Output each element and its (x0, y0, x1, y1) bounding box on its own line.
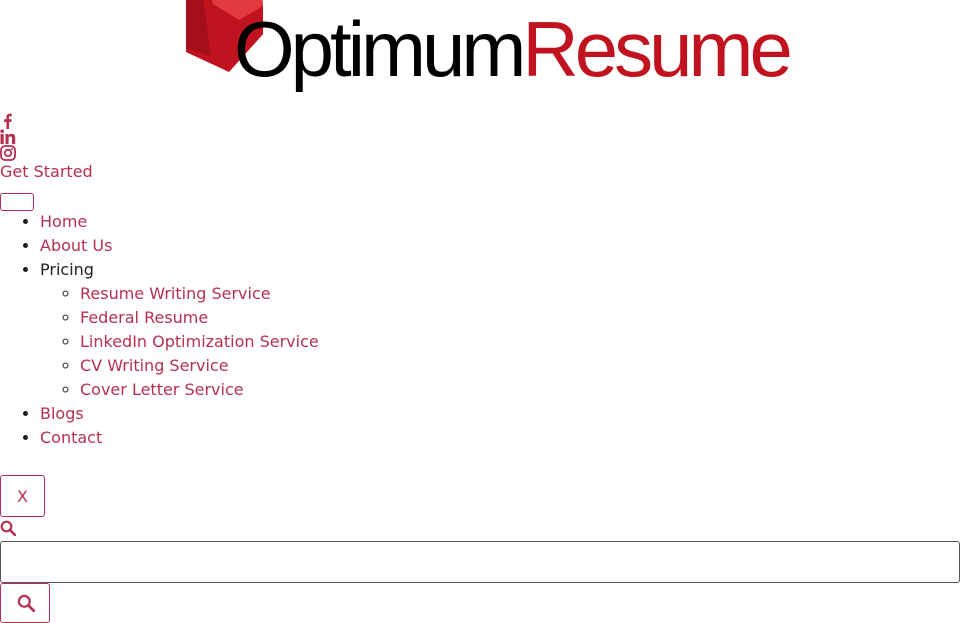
nav-item-home: Home (40, 210, 640, 234)
submenu-item: Cover Letter Service (80, 378, 640, 402)
instagram-link[interactable] (0, 145, 16, 161)
logo-word-optimum: Optimum (234, 5, 526, 93)
search-icon (17, 594, 35, 612)
nav-item-contact: Contact (40, 426, 640, 450)
nav-item-blogs: Blogs (40, 402, 640, 426)
facebook-link[interactable] (0, 113, 16, 129)
menu-toggle-button[interactable] (0, 193, 34, 211)
nav-link-about-us[interactable]: About Us (40, 236, 112, 255)
submenu-item: LinkedIn Optimization Service (80, 330, 640, 354)
instagram-icon (0, 145, 16, 161)
nav-link-contact[interactable]: Contact (40, 428, 102, 447)
nav-link-linkedin-optimization[interactable]: LinkedIn Optimization Service (80, 332, 319, 351)
main-nav: Home About Us Pricing Resume Writing Ser… (0, 210, 640, 450)
search-icon[interactable] (0, 520, 16, 536)
nav-link-federal-resume[interactable]: Federal Resume (80, 308, 208, 327)
nav-link-home[interactable]: Home (40, 212, 87, 231)
nav-link-resume-writing-service[interactable]: Resume Writing Service (80, 284, 271, 303)
submenu-item: CV Writing Service (80, 354, 640, 378)
submenu-item: Federal Resume (80, 306, 640, 330)
linkedin-link[interactable] (0, 129, 16, 145)
search-input[interactable] (0, 541, 960, 583)
search-submit-button[interactable] (0, 583, 50, 623)
nav-item-pricing: Pricing Resume Writing Service Federal R… (40, 258, 640, 402)
search-close-button[interactable]: X (0, 475, 45, 517)
submenu-item: Resume Writing Service (80, 282, 640, 306)
facebook-icon (4, 113, 12, 129)
nav-link-blogs[interactable]: Blogs (40, 404, 84, 423)
nav-link-cover-letter-service[interactable]: Cover Letter Service (80, 380, 244, 399)
pricing-submenu: Resume Writing Service Federal Resume Li… (40, 282, 640, 402)
nav-link-cv-writing-service[interactable]: CV Writing Service (80, 356, 229, 375)
logo-word-resume: Resume (522, 5, 792, 93)
get-started-link[interactable]: Get Started (0, 162, 93, 182)
linkedin-icon (0, 129, 16, 144)
site-logo[interactable]: OptimumResume (180, 0, 793, 112)
nav-item-about-us: About Us (40, 234, 640, 258)
nav-label-pricing[interactable]: Pricing (40, 260, 94, 279)
logo-wordmark: OptimumResume (234, 0, 793, 114)
